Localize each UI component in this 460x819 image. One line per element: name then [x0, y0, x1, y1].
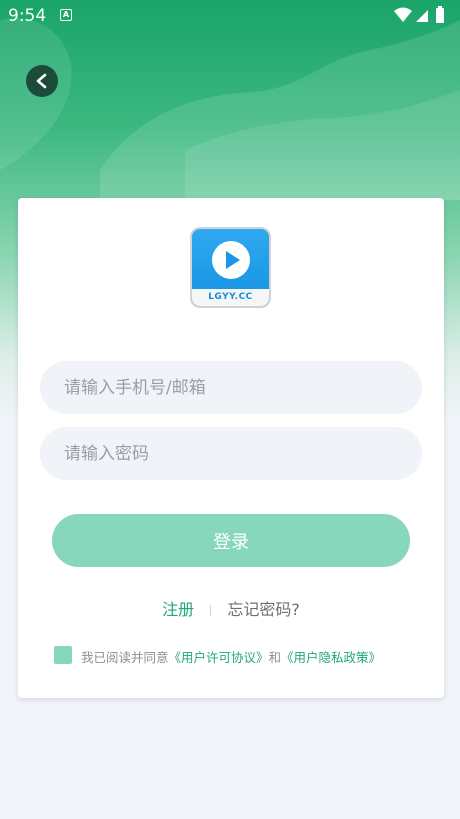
play-icon: [212, 241, 250, 279]
status-bar: 9:54 A: [0, 0, 460, 32]
a-icon: A: [60, 9, 72, 21]
auth-links: 注册 忘记密码?: [18, 596, 444, 619]
user-agreement-link[interactable]: 《用户许可协议》: [169, 650, 269, 665]
link-divider: [210, 605, 212, 616]
app-logo: LGYY.CC: [190, 227, 271, 308]
chevron-left-icon: [36, 73, 47, 89]
logo-text: LGYY.CC: [192, 289, 269, 306]
agreement-prefix: 我已阅读并同意: [81, 650, 169, 665]
back-button[interactable]: [26, 65, 58, 97]
forgot-password-link[interactable]: 忘记密码?: [227, 600, 300, 619]
agreement-checkbox[interactable]: [54, 646, 72, 664]
agreement-and: 和: [268, 650, 282, 665]
status-icons: [392, 6, 452, 31]
account-input[interactable]: [40, 361, 422, 414]
wifi-icon: [394, 7, 412, 22]
battery-icon: [436, 8, 444, 23]
privacy-policy-link[interactable]: 《用户隐私政策》: [281, 650, 381, 665]
login-button[interactable]: 登录: [52, 514, 410, 567]
register-link[interactable]: 注册: [162, 600, 194, 619]
password-input[interactable]: [40, 427, 422, 480]
login-card: LGYY.CC 登录 注册 忘记密码? 我已阅读并同意《用户许可协议》和《用户隐…: [18, 198, 444, 698]
signal-icon: [416, 10, 428, 22]
agreement-text: 我已阅读并同意《用户许可协议》和《用户隐私政策》: [81, 647, 381, 666]
status-time: 9:54: [8, 6, 47, 26]
